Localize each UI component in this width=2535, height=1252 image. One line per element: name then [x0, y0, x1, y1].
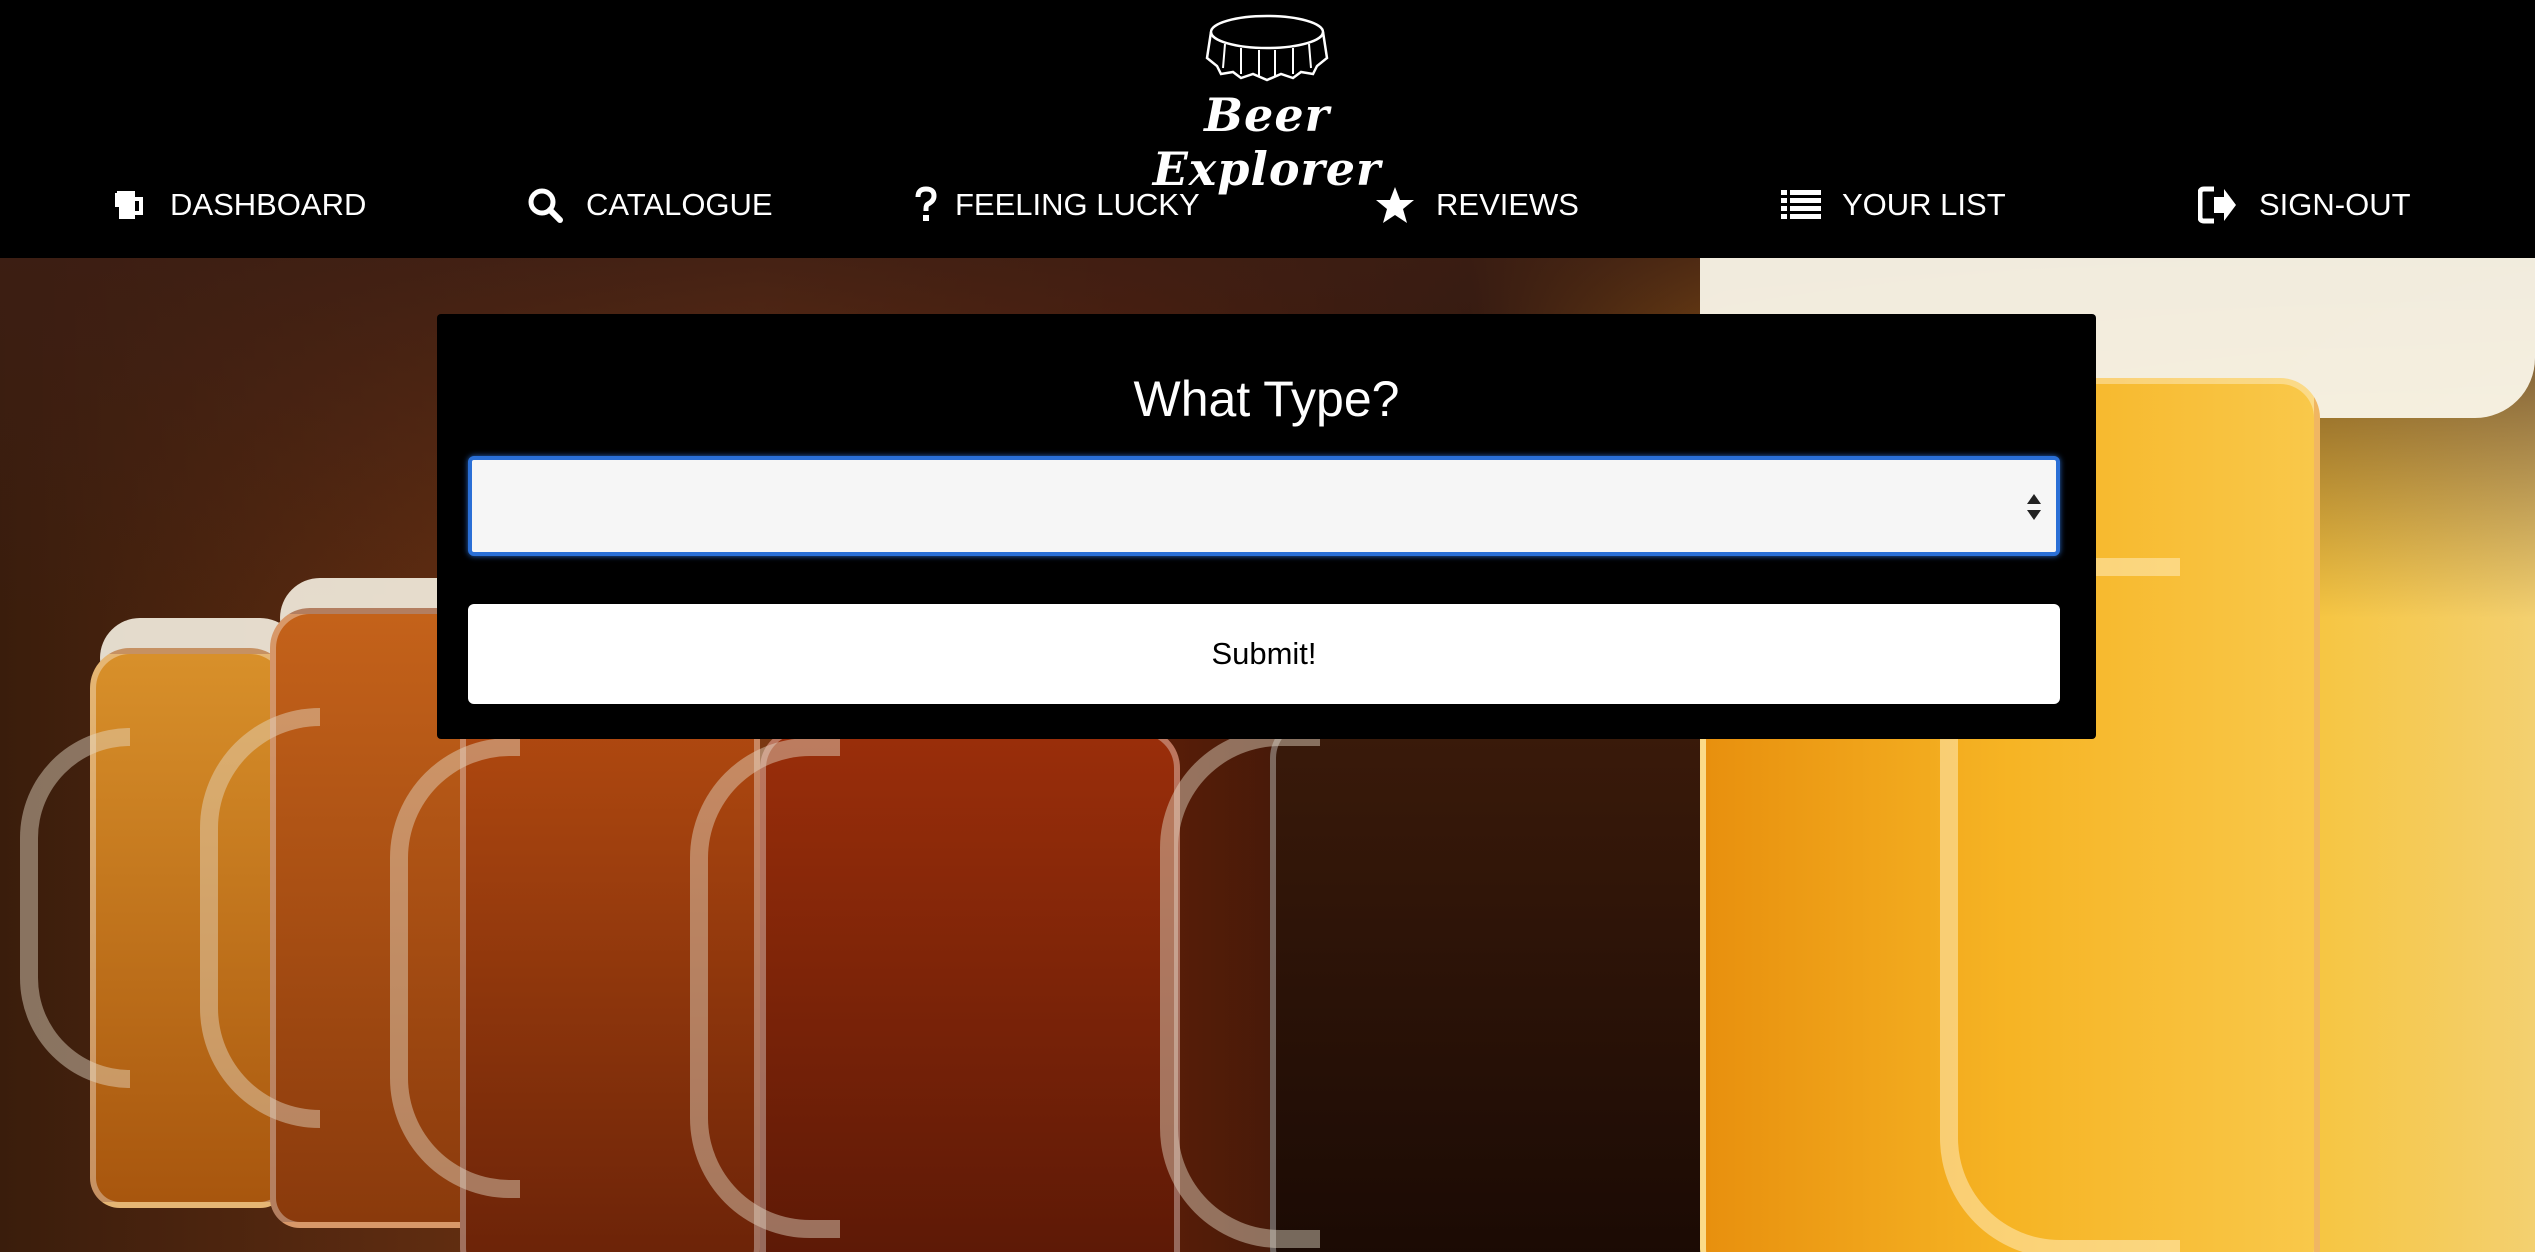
- list-icon: [1780, 184, 1822, 226]
- beer-type-form: What Type? Submit!: [437, 314, 2096, 739]
- form-title: What Type?: [1133, 371, 1400, 427]
- star-icon: [1374, 184, 1416, 226]
- logo[interactable]: Beer Explorer: [1107, 8, 1427, 196]
- nav-item-your-list[interactable]: YOUR LIST: [1780, 170, 2006, 240]
- nav-label-sign-out: SIGN-OUT: [2259, 187, 2411, 222]
- beer-mug-icon: [108, 184, 150, 226]
- nav-item-feeling-lucky[interactable]: FEELING LUCKY: [913, 170, 1200, 240]
- mug-handle: [200, 708, 320, 1128]
- nav-item-dashboard[interactable]: DASHBOARD: [108, 170, 366, 240]
- submit-button[interactable]: Submit!: [468, 604, 2060, 704]
- main-nav: DASHBOARD CATALOGUE FEELING LUCKY REVIEW…: [0, 170, 2535, 240]
- select-arrows-icon: [2027, 494, 2041, 520]
- sign-out-icon: [2197, 184, 2239, 226]
- mug-handle: [690, 738, 840, 1238]
- nav-label-feeling-lucky: FEELING LUCKY: [955, 187, 1200, 222]
- nav-label-catalogue: CATALOGUE: [586, 187, 773, 222]
- beer-mug: [1270, 718, 1720, 1252]
- search-icon: [524, 184, 566, 226]
- mug-handle: [20, 728, 130, 1088]
- mug-handle: [1160, 728, 1320, 1248]
- beer-type-select[interactable]: [468, 456, 2060, 556]
- bottle-cap-icon: [1205, 14, 1329, 82]
- nav-item-catalogue[interactable]: CATALOGUE: [524, 170, 773, 240]
- nav-label-reviews: REVIEWS: [1436, 187, 1579, 222]
- nav-item-sign-out[interactable]: SIGN-OUT: [2197, 170, 2411, 240]
- nav-label-your-list: YOUR LIST: [1842, 187, 2006, 222]
- nav-item-reviews[interactable]: REVIEWS: [1374, 170, 1579, 240]
- header: Beer Explorer DASHBOARD CATALOGUE FEELIN…: [0, 0, 2535, 258]
- question-icon: [913, 184, 939, 226]
- nav-label-dashboard: DASHBOARD: [170, 187, 367, 222]
- mug-handle: [390, 738, 520, 1198]
